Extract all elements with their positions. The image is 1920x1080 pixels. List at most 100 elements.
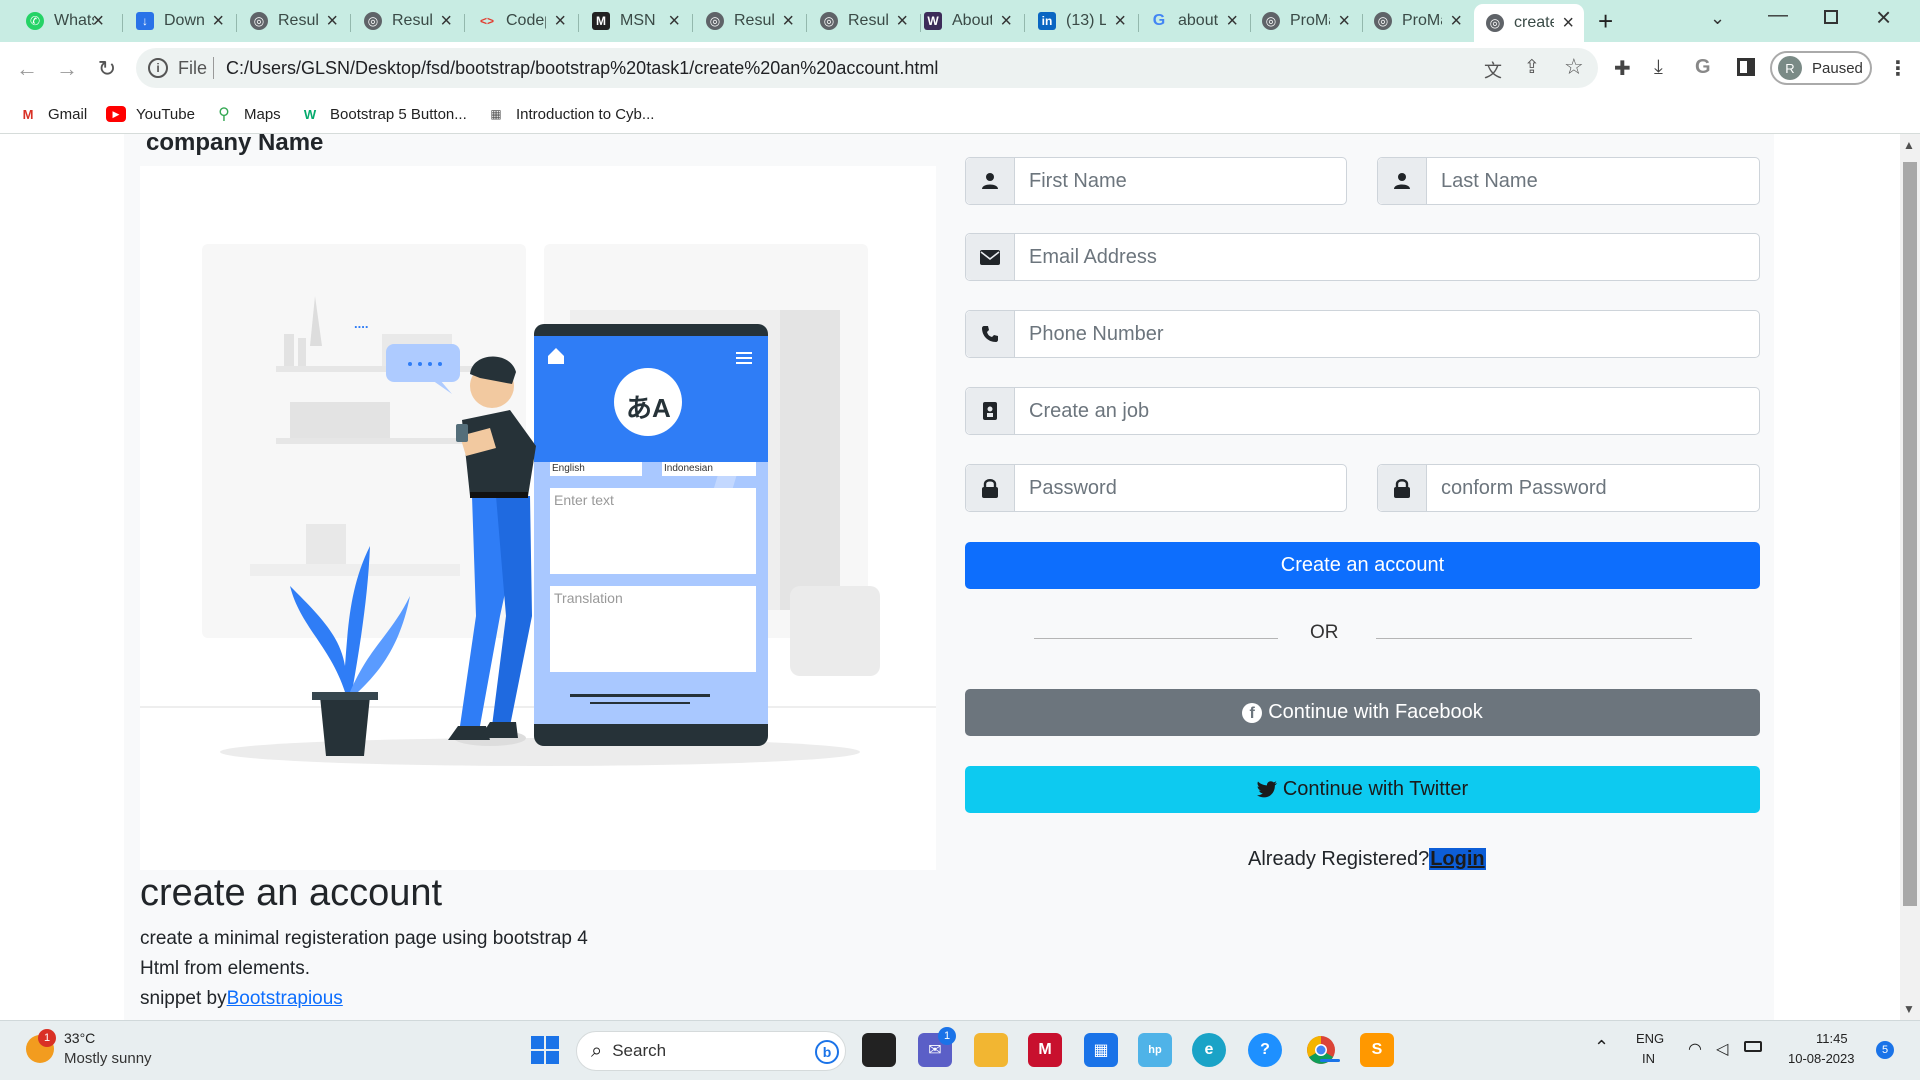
tab-promarket-1[interactable]: ◎ ProMarket × [1250, 6, 1360, 36]
bookmark-gmail[interactable]: M Gmail [18, 102, 88, 126]
scrollbar-thumb[interactable] [1903, 162, 1917, 906]
tab-promarket-2[interactable]: ◎ ProMarket × [1362, 6, 1472, 36]
close-icon[interactable]: × [440, 10, 452, 33]
region-indicator[interactable]: IN [1642, 1051, 1655, 1066]
tab-result-2[interactable]: ◎ Result × [352, 6, 462, 36]
tab-result-3[interactable]: ◎ Result × [694, 6, 804, 36]
email-field[interactable] [1015, 234, 1759, 280]
close-icon[interactable]: × [1114, 10, 1126, 33]
window-close-icon[interactable]: × [1876, 2, 1891, 33]
mcafee-icon[interactable]: M [1028, 1033, 1062, 1067]
sublime-text-icon[interactable]: S [1360, 1033, 1394, 1067]
language-indicator[interactable]: ENG [1636, 1031, 1664, 1046]
tab-linkedin[interactable]: in (13) LinkedIn × [1026, 6, 1136, 36]
already-registered-text: Already Registered? [1248, 848, 1430, 870]
bookmark-star-icon[interactable]: ☆ [1564, 54, 1584, 80]
clock-time[interactable]: 11:45 [1816, 1031, 1848, 1046]
minimize-icon[interactable]: — [1768, 4, 1788, 27]
wifi-icon[interactable]: ◠ [1688, 1039, 1702, 1059]
close-icon[interactable]: × [92, 10, 104, 33]
close-icon[interactable]: × [1562, 12, 1574, 35]
volume-icon[interactable]: ◁ [1716, 1039, 1728, 1059]
close-icon[interactable]: × [1450, 10, 1462, 33]
twitter-bird-icon [1256, 781, 1277, 798]
tab-result-1[interactable]: ◎ Result × [238, 6, 348, 36]
lock-icon [966, 465, 1015, 511]
notification-badge[interactable]: 5 [1876, 1041, 1894, 1059]
tab-search-chevron-icon[interactable]: ⌄ [1710, 8, 1725, 29]
tab-msn[interactable]: M MSN × [580, 6, 690, 36]
phone-number-input[interactable] [1015, 311, 1759, 357]
tab-download[interactable]: ↓ Download × [124, 6, 234, 36]
extensions-puzzle-icon[interactable]: ✚ [1614, 56, 1631, 81]
user-icon [966, 158, 1015, 204]
back-arrow-icon[interactable]: ← [12, 54, 42, 84]
bootstrapious-link[interactable]: Bootstrapious [227, 988, 343, 1009]
tab-title: ProMarket [1290, 12, 1330, 29]
tab-title: Result [734, 12, 774, 29]
bookmark-intro-cyber[interactable]: ▦ Introduction to Cyb... [486, 102, 654, 126]
bookmark-label: Bootstrap 5 Button... [330, 105, 467, 123]
close-icon[interactable]: × [1338, 10, 1350, 33]
forward-arrow-icon[interactable]: → [52, 54, 82, 84]
job-input[interactable] [1015, 388, 1759, 434]
windows-start-icon[interactable] [528, 1033, 562, 1067]
close-icon[interactable]: × [212, 10, 224, 33]
close-icon[interactable]: × [326, 10, 338, 33]
tab-result-4[interactable]: ◎ Result × [808, 6, 918, 36]
confirm-password-input[interactable] [1427, 465, 1759, 511]
restore-icon[interactable] [1824, 10, 1838, 24]
close-icon[interactable]: × [1226, 10, 1238, 33]
side-panel-icon[interactable] [1737, 58, 1755, 76]
reload-icon[interactable]: ↻ [92, 54, 122, 84]
new-tab-plus-icon[interactable]: + [1598, 6, 1613, 37]
bookmark-bootstrap-buttons[interactable]: W Bootstrap 5 Button... [300, 102, 467, 126]
url-text[interactable]: C:/Users/GLSN/Desktop/fsd/bootstrap/boot… [226, 58, 938, 79]
clock-date[interactable]: 10-08-2023 [1788, 1051, 1855, 1066]
share-icon[interactable]: ⇪ [1524, 56, 1540, 79]
signup-illustration: .... あA English Indonesian Enter text Tr… [140, 166, 936, 870]
task-view-icon[interactable] [862, 1033, 896, 1067]
twitter-button[interactable]: Continue with Twitter [965, 766, 1760, 813]
battery-icon[interactable] [1744, 1041, 1762, 1052]
login-link[interactable]: Login [1429, 848, 1486, 870]
close-icon[interactable]: × [554, 10, 566, 33]
password-input[interactable] [1015, 465, 1346, 511]
downloads-icon[interactable]: ⤓ [1654, 56, 1663, 79]
scroll-up-arrow-icon[interactable]: ▲ [1903, 138, 1915, 152]
facebook-button[interactable]: f Continue with Facebook [965, 689, 1760, 736]
phone-group [965, 310, 1760, 358]
linkedin-icon: in [1038, 12, 1056, 30]
tray-chevron-icon[interactable]: ⌃ [1594, 1037, 1609, 1058]
scroll-down-arrow-icon[interactable]: ▼ [1903, 1002, 1915, 1016]
file-explorer-icon[interactable] [974, 1033, 1008, 1067]
myhp-icon[interactable]: hp [1138, 1033, 1172, 1067]
grammarly-icon[interactable]: G [1695, 56, 1711, 79]
edge-icon[interactable]: e [1192, 1033, 1226, 1067]
tab-google[interactable]: G about × [1138, 6, 1248, 36]
taskbar-search[interactable]: ⌕ Search b [576, 1031, 846, 1071]
info-icon[interactable]: i [148, 58, 168, 78]
close-icon[interactable]: × [1000, 10, 1012, 33]
close-icon[interactable]: × [896, 10, 908, 33]
tab-codepen[interactable]: <> Codepen × [466, 6, 576, 36]
help-icon[interactable]: ? [1248, 1033, 1282, 1067]
create-account-button[interactable]: Create an account [965, 542, 1760, 589]
tab-about[interactable]: W About × [912, 6, 1022, 36]
close-icon[interactable]: × [782, 10, 794, 33]
microsoft-store-icon[interactable]: ▦ [1084, 1033, 1118, 1067]
address-bar[interactable]: i File C:/Users/GLSN/Desktop/fsd/bootstr… [136, 48, 1598, 88]
first-name-input[interactable] [1015, 158, 1346, 204]
kebab-menu-icon[interactable]: ⋮ [1888, 56, 1908, 81]
translate-icon[interactable]: 文 [1484, 57, 1502, 83]
bookmark-label: YouTube [136, 105, 195, 123]
last-name-input[interactable] [1427, 158, 1759, 204]
bookmark-youtube[interactable]: ▶ YouTube [106, 102, 195, 126]
user-icon [1378, 158, 1427, 204]
bookmark-maps[interactable]: ⚲ Maps [214, 102, 281, 126]
tab-whatsapp[interactable]: ✆ WhatsApp × [14, 6, 114, 36]
profile-button[interactable]: R Paused [1770, 51, 1872, 85]
bing-icon[interactable]: b [815, 1040, 839, 1064]
tab-create-account-active[interactable]: ◎ create an account × [1474, 4, 1584, 42]
close-icon[interactable]: × [668, 10, 680, 33]
